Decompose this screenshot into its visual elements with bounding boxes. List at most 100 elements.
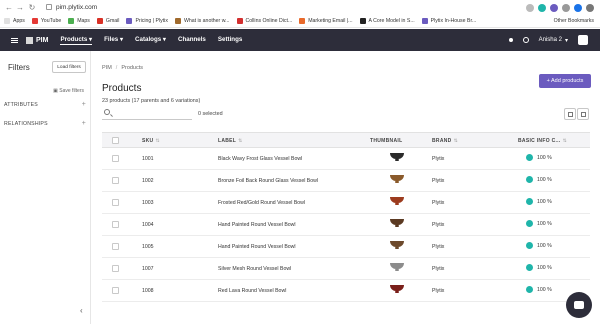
bookmark-item[interactable]: Gmail — [96, 18, 120, 24]
bookmark-icon — [359, 18, 366, 24]
table-row[interactable]: 1008 Red Lava Round Vessel Bowl Plytix 100 … — [102, 280, 590, 302]
menu-channels[interactable]: Channels — [178, 36, 206, 45]
table-row[interactable]: 1003 Frosted Red/Gold Round Vessel Bowl Pl… — [102, 192, 590, 214]
grid-view-button[interactable] — [564, 108, 576, 120]
row-checkbox[interactable] — [112, 199, 119, 206]
filters-title: Filters — [8, 63, 30, 72]
search-input[interactable] — [102, 107, 192, 120]
bowl-base — [395, 269, 399, 271]
bookmark-item[interactable]: What is another w... — [174, 18, 230, 24]
load-filters-button[interactable]: Load filters — [52, 61, 86, 73]
brand-cell: Plytix — [432, 266, 445, 272]
table-row[interactable]: 1001 Black Wavy Frost Glass Vessel Bowl Pl… — [102, 148, 590, 170]
bookmark-item[interactable]: Maps — [68, 18, 90, 24]
table-row[interactable]: 1004 Hand Painted Round Vessel Bowl Plytix… — [102, 214, 590, 236]
thumbnail-image — [390, 175, 404, 185]
table-row[interactable]: 1005 Hand Painted Round Vessel Bowl Plytix… — [102, 236, 590, 258]
status-value: 100 % — [537, 286, 552, 293]
status-badge: 100 % — [526, 242, 552, 249]
select-all-checkbox[interactable] — [112, 137, 119, 144]
extension-icon[interactable] — [550, 4, 558, 12]
plus-icon[interactable]: + — [82, 120, 86, 127]
table-row[interactable]: 1002 Bronze Foil Back Round Glass Vessel … — [102, 170, 590, 192]
extension-icon[interactable] — [538, 4, 546, 12]
bookmark-item[interactable]: A Core Model in S... — [359, 18, 415, 24]
bowl-base — [395, 291, 399, 293]
col-brand[interactable]: BRAND ⇅ — [432, 138, 458, 144]
forward-arrow-icon[interactable]: → — [15, 3, 25, 13]
logo[interactable]: PIM — [26, 36, 48, 44]
sku-cell: 1004 — [142, 222, 154, 228]
col-basic-info[interactable]: BASIC INFO C... ⇅ — [518, 138, 567, 144]
bookmark-item[interactable]: Apps — [4, 18, 25, 24]
menu-products[interactable]: Products ▾ — [60, 36, 93, 45]
save-filters-link[interactable]: ▣ Save filters — [53, 88, 84, 94]
user-menu[interactable]: Anisha 2 ▾ — [539, 37, 568, 44]
col-sku[interactable]: SKU ⇅ — [142, 138, 160, 144]
collapse-sidebar-icon[interactable]: ‹ — [80, 306, 83, 315]
breadcrumb-pim[interactable]: PIM — [102, 65, 112, 71]
label-cell[interactable]: Hand Painted Round Vessel Bowl — [218, 222, 296, 228]
menu-settings[interactable]: Settings — [218, 36, 242, 45]
add-products-button[interactable]: + Add products — [539, 74, 591, 88]
row-checkbox[interactable] — [112, 287, 119, 294]
bookmark-label: Marketing Email |... — [308, 18, 353, 24]
menu-files[interactable]: Files ▾ — [104, 36, 123, 45]
row-checkbox[interactable] — [112, 155, 119, 162]
breadcrumb-products[interactable]: Products — [121, 65, 143, 71]
menu-catalogs[interactable]: Catalogs ▾ — [135, 36, 166, 45]
page-title: Products — [102, 83, 142, 94]
status-dot-icon — [526, 264, 533, 271]
brand-cell: Plytix — [432, 178, 445, 184]
chat-icon — [574, 301, 584, 309]
browser-chrome: ← → ↻ pim.plytix.com Apps YouTube Maps Gmai… — [0, 0, 600, 28]
table-header: SKU ⇅ LABEL ⇅ THUMBNAIL BRAND ⇅ BASIC INFO … — [102, 132, 590, 148]
bookmark-label: Gmail — [105, 18, 120, 24]
star-icon[interactable] — [526, 4, 534, 12]
back-arrow-icon[interactable]: ← — [4, 3, 14, 13]
hamburger-menu-icon[interactable] — [11, 37, 18, 43]
bookmarks-bar: Apps YouTube Maps Gmail Pricing | Plytix What… — [0, 15, 600, 27]
status-value: 100 % — [537, 154, 552, 161]
bookmark-item[interactable]: Pricing | Plytix — [126, 18, 168, 24]
profile-icon[interactable] — [574, 4, 582, 12]
list-view-button[interactable] — [577, 108, 589, 120]
attributes-section[interactable]: ATTRIBUTES + — [4, 101, 86, 108]
attributes-label: ATTRIBUTES — [4, 102, 38, 108]
bookmark-item[interactable]: Plytix In-House Br... — [421, 18, 476, 24]
other-bookmarks[interactable]: Other Bookmarks — [554, 15, 594, 27]
status-badge: 100 % — [526, 286, 552, 293]
extension-icon[interactable] — [562, 4, 570, 12]
bookmark-item[interactable]: Marketing Email |... — [299, 18, 353, 24]
row-checkbox[interactable] — [112, 243, 119, 250]
more-icon[interactable] — [586, 4, 594, 12]
products-table-body: 1001 Black Wavy Frost Glass Vessel Bowl Pl… — [102, 148, 590, 302]
row-checkbox[interactable] — [112, 177, 119, 184]
label-cell[interactable]: Frosted Red/Gold Round Vessel Bowl — [218, 200, 305, 206]
label-cell[interactable]: Black Wavy Frost Glass Vessel Bowl — [218, 156, 302, 162]
sku-cell: 1007 — [142, 266, 154, 272]
label-cell[interactable]: Bronze Foil Back Round Glass Vessel Bowl — [218, 178, 318, 184]
address-bar[interactable]: pim.plytix.com — [46, 2, 516, 14]
products-summary: 23 products (17 parents and 6 variations… — [102, 98, 201, 104]
reload-icon[interactable]: ↻ — [27, 3, 37, 13]
bowl-base — [395, 225, 399, 227]
gear-icon[interactable] — [522, 37, 529, 43]
status-value: 100 % — [537, 176, 552, 183]
label-cell[interactable]: Hand Painted Round Vessel Bowl — [218, 244, 296, 250]
notification-icon[interactable] — [508, 38, 513, 42]
relationships-section[interactable]: RELATIONSHIPS + — [4, 120, 86, 127]
avatar[interactable] — [578, 35, 588, 45]
row-checkbox[interactable] — [112, 221, 119, 228]
label-cell[interactable]: Silver Mesh Round Vessel Bowl — [218, 266, 291, 272]
bookmark-item[interactable]: Collins Online Dict... — [236, 18, 292, 24]
lock-icon — [46, 4, 52, 11]
status-badge: 100 % — [526, 220, 552, 227]
label-cell[interactable]: Red Lava Round Vessel Bowl — [218, 288, 286, 294]
col-label[interactable]: LABEL ⇅ — [218, 138, 243, 144]
table-row[interactable]: 1007 Silver Mesh Round Vessel Bowl Plytix 1… — [102, 258, 590, 280]
bookmark-item[interactable]: YouTube — [31, 18, 61, 24]
row-checkbox[interactable] — [112, 265, 119, 272]
plus-icon[interactable]: + — [82, 101, 86, 108]
chat-button[interactable] — [566, 292, 592, 318]
